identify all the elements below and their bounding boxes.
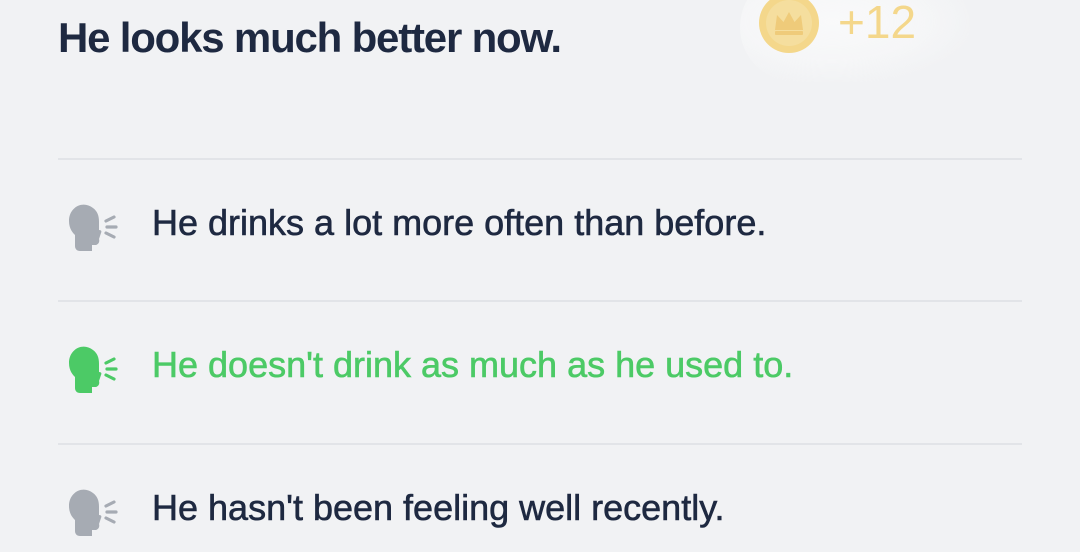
speaking-head-icon [69, 489, 118, 536]
answer-option[interactable]: He hasn't been feeling well recently. [58, 443, 1022, 552]
answer-option-text: He drinks a lot more often than before. [152, 202, 767, 244]
speaking-head-icon [69, 204, 118, 251]
answer-option[interactable]: He drinks a lot more often than before. [58, 158, 1022, 288]
answer-option-text: He hasn't been feeling well recently. [152, 487, 725, 529]
speaking-head-icon [69, 346, 118, 393]
answer-option-text: He doesn't drink as much as he used to. [152, 344, 794, 386]
quiz-screen: He looks much better now. +12 He drinks … [0, 0, 1080, 552]
answer-option-correct[interactable]: He doesn't drink as much as he used to. [58, 300, 1022, 430]
reward-indicator: +12 [740, 0, 970, 82]
crown-coin-icon [759, 0, 819, 53]
reward-count: +12 [838, 0, 917, 48]
question-text: He looks much better now. [58, 14, 562, 61]
